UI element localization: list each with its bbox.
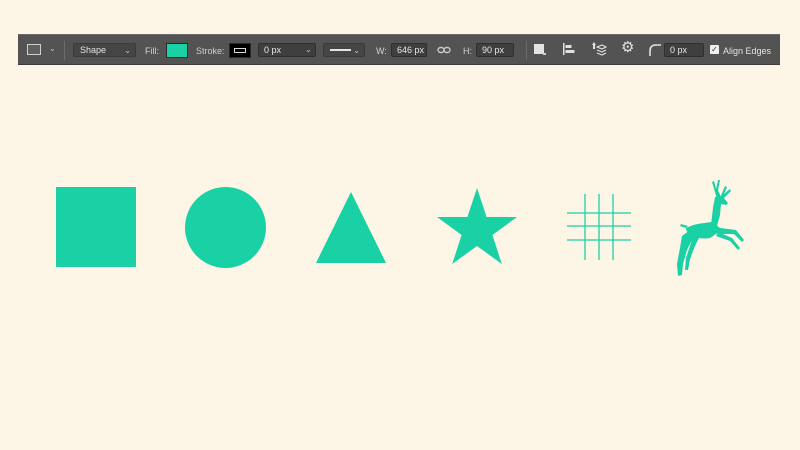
grid-shape[interactable] (566, 193, 632, 261)
star-shape[interactable] (436, 188, 518, 267)
corner-radius-value: 0 px (670, 45, 688, 55)
stroke-swatch-inner-icon (234, 48, 246, 53)
tool-mode-select[interactable]: Shape ⌄ (73, 43, 136, 57)
separator (526, 41, 527, 60)
options-bar: ⌄ Shape ⌄ Fill: Stroke: 0 px ⌄ ⌄ W: 646 … (18, 34, 780, 65)
rectangle-tool-icon[interactable] (27, 44, 41, 55)
stroke-label: Stroke: (196, 45, 225, 56)
align-edges-checkbox[interactable]: ✓ (710, 45, 719, 54)
width-field[interactable]: 646 px (391, 43, 427, 57)
fill-label: Fill: (145, 45, 159, 56)
fill-swatch[interactable] (166, 43, 188, 58)
deer-shape[interactable] (676, 178, 748, 278)
tool-mode-label: Shape (80, 45, 107, 55)
circle-shape[interactable] (185, 187, 266, 268)
corner-radius-icon[interactable] (648, 43, 662, 57)
align-edges-label: Align Edges (723, 45, 772, 56)
width-label: W: (376, 45, 387, 56)
stroke-width-value: 0 px (264, 45, 282, 55)
height-value: 90 px (482, 45, 505, 55)
stroke-style-select[interactable]: ⌄ (323, 43, 365, 57)
path-alignment-icon[interactable] (562, 42, 577, 57)
corner-radius-field[interactable]: 0 px (664, 43, 704, 57)
chevron-down-icon: ⌄ (353, 46, 360, 55)
dropdown-indicator-icon (543, 53, 546, 55)
chevron-down-icon[interactable]: ⌄ (49, 44, 56, 53)
stroke-style-line-icon (330, 49, 351, 51)
gear-icon[interactable]: ⚙ (621, 40, 634, 55)
height-field[interactable]: 90 px (476, 43, 514, 57)
height-label: H: (463, 45, 472, 56)
triangle-shape[interactable] (314, 191, 388, 264)
link-dimensions-icon[interactable] (437, 45, 451, 55)
chevron-down-icon[interactable]: ⌄ (305, 45, 312, 54)
width-value: 646 px (397, 45, 425, 55)
square-shape[interactable] (56, 187, 136, 267)
path-arrangement-icon[interactable] (591, 41, 607, 58)
separator (64, 41, 65, 60)
chevron-down-icon: ⌄ (124, 46, 131, 55)
stroke-swatch[interactable] (229, 43, 251, 58)
